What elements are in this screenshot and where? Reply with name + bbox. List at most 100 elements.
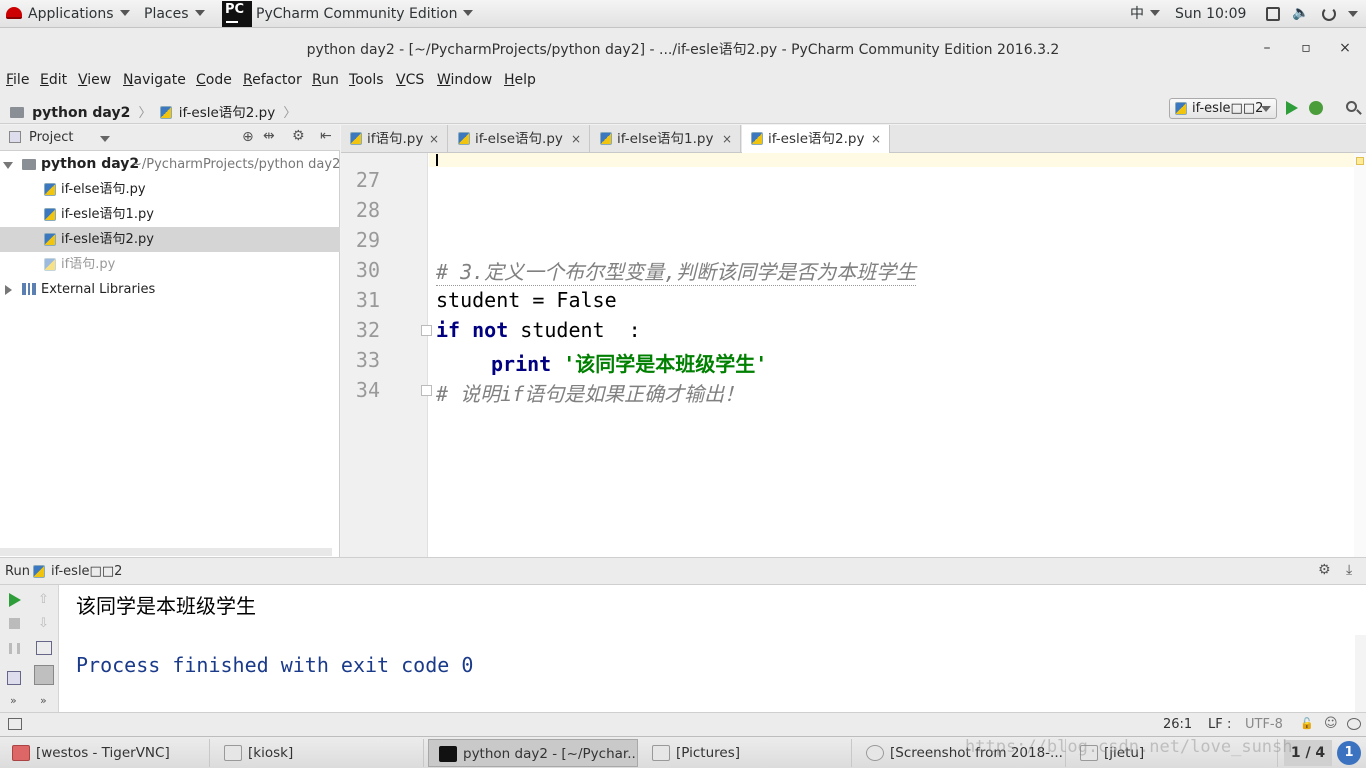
maximize-button[interactable]: ▫ (1296, 38, 1316, 58)
collapse-all-icon[interactable]: ⇹ (263, 128, 275, 144)
app-menu[interactable]: PyCharm Community Edition (256, 0, 474, 28)
menu-view[interactable]: View (78, 72, 111, 88)
folder-icon (10, 107, 24, 118)
more-icon[interactable]: » (10, 694, 17, 707)
clock[interactable]: Sun 10:09 (1175, 0, 1246, 28)
debug-icon[interactable] (1309, 101, 1323, 115)
tree-item-file[interactable]: if语句.py (0, 252, 340, 277)
run-config-name[interactable]: if-esle□□2 (51, 564, 122, 579)
notification-badge[interactable]: 1 (1337, 741, 1361, 765)
python-file-icon (600, 132, 612, 145)
expand-arrow-icon[interactable] (5, 285, 12, 295)
tool-windows-icon[interactable] (8, 718, 22, 730)
soft-wrap-icon[interactable] (36, 641, 52, 655)
gear-icon[interactable]: ⚙ (292, 128, 305, 144)
folder-icon (652, 745, 670, 761)
code-editor[interactable]: 27 28 29 30 31 32 33 34 # 3.定义一个布尔型变量,判断… (341, 153, 1366, 557)
places-menu[interactable]: Places (144, 0, 205, 28)
close-button[interactable]: × (1335, 38, 1355, 58)
volume-icon[interactable]: 🔈 (1292, 6, 1309, 20)
power-icon[interactable] (1322, 7, 1336, 21)
menu-run[interactable]: Run (312, 72, 339, 88)
python-file-icon (751, 132, 763, 145)
terminal-icon (224, 745, 242, 761)
expand-arrow-icon[interactable] (3, 162, 13, 169)
applications-menu[interactable]: Applications (6, 0, 130, 28)
menu-code[interactable]: Code (196, 72, 232, 88)
breadcrumb-separator-icon: 〉 (138, 106, 152, 121)
pause-icon[interactable] (9, 643, 20, 654)
task-pycharm[interactable]: python day2 - [~/Pychar... (428, 739, 638, 767)
tab-if-else-1-py[interactable]: if-else语句1.py × (591, 125, 741, 153)
menu-help[interactable]: Help (504, 72, 536, 88)
chevron-down-icon[interactable] (1348, 11, 1358, 17)
warning-marker-icon[interactable] (1356, 157, 1364, 165)
layout-icon[interactable] (7, 671, 21, 685)
scroll-to-end-icon[interactable] (34, 665, 54, 685)
task-tigervnc[interactable]: [westos - TigerVNC] (2, 739, 210, 767)
tree-item-file[interactable]: if-esle语句1.py (0, 202, 340, 227)
stop-icon[interactable] (9, 618, 20, 629)
code-line-comment: # 3.定义一个布尔型变量,判断该同学是否为本班学生 (436, 256, 917, 286)
close-tab-icon[interactable]: × (429, 125, 439, 153)
text-caret (436, 154, 438, 166)
file-encoding[interactable]: UTF-8 (1245, 717, 1283, 732)
tree-item-file[interactable]: if-else语句.py (0, 177, 340, 202)
close-tab-icon[interactable]: × (722, 125, 732, 153)
menu-edit[interactable]: Edit (40, 72, 67, 88)
input-method-indicator[interactable]: 中 (1130, 0, 1160, 28)
fold-marker-icon[interactable] (421, 385, 432, 396)
menu-file[interactable]: File (6, 72, 29, 88)
display-icon[interactable] (1266, 7, 1280, 21)
more-icon[interactable]: » (40, 694, 47, 707)
code-line-print: print '该同学是本班级学生' (491, 352, 768, 376)
arrow-down-icon[interactable]: ⇩ (38, 616, 49, 631)
breadcrumb-project[interactable]: python day2 (32, 105, 130, 121)
minimize-button[interactable]: – (1257, 38, 1277, 58)
pycharm-logo-icon: PC (222, 1, 252, 27)
close-tab-icon[interactable]: × (571, 125, 581, 153)
console-scrollbar[interactable] (1355, 635, 1366, 712)
tree-item-project-root[interactable]: python day2 ~/PycharmProjects/python day… (0, 152, 340, 177)
project-view-select[interactable]: Project (29, 130, 73, 145)
fold-marker-icon[interactable] (421, 325, 432, 336)
tree-item-file-selected[interactable]: if-esle语句2.py (0, 227, 340, 252)
lock-icon[interactable]: 🔓 (1300, 717, 1314, 730)
chevron-down-icon[interactable] (100, 136, 110, 142)
horizontal-scrollbar[interactable] (0, 548, 332, 556)
task-pictures[interactable]: [Pictures] (642, 739, 852, 767)
tab-if-else-py[interactable]: if-else语句.py × (449, 125, 590, 153)
python-file-icon (458, 132, 470, 145)
breadcrumb-file[interactable]: if-esle语句2.py (179, 105, 275, 121)
search-icon[interactable] (1346, 101, 1357, 112)
locate-icon[interactable]: ⊕ (242, 129, 254, 145)
hide-panel-icon[interactable]: ⤓ (1346, 562, 1352, 578)
tab-if-esle-2-py[interactable]: if-esle语句2.py × (742, 125, 890, 154)
code-line-assignment: student = False (436, 288, 617, 312)
run-icon[interactable] (1286, 101, 1298, 115)
menu-window[interactable]: Window (437, 72, 492, 88)
menu-tools[interactable]: Tools (349, 72, 384, 88)
chevron-down-icon (1150, 10, 1160, 16)
python-file-icon (1175, 102, 1187, 115)
run-configuration-select[interactable]: if-esle□□2 (1169, 98, 1277, 119)
tree-item-external-libraries[interactable]: External Libraries (0, 277, 340, 302)
editor-scrollbar[interactable] (1354, 153, 1366, 557)
rerun-icon[interactable] (9, 593, 21, 607)
menu-vcs[interactable]: VCS (396, 72, 424, 88)
event-log-icon[interactable] (1347, 718, 1361, 730)
run-console[interactable]: 该同学是本班级学生 Process finished with exit cod… (59, 585, 1366, 712)
inspector-icon[interactable]: ☺ (1324, 716, 1338, 731)
console-process-finished: Process finished with exit code 0 (76, 653, 474, 677)
menu-refactor[interactable]: Refactor (243, 72, 302, 88)
gear-icon[interactable]: ⚙ (1318, 562, 1331, 578)
task-terminal-kiosk[interactable]: [kiosk] (214, 739, 424, 767)
hide-panel-icon[interactable]: ⇤ (320, 128, 332, 144)
code-line-if: if not student : (436, 318, 641, 342)
line-separator[interactable]: LF (1208, 717, 1223, 732)
close-tab-icon[interactable]: × (871, 125, 881, 153)
tab-if-py[interactable]: if语句.py × (341, 125, 448, 153)
menu-navigate[interactable]: Navigate (123, 72, 186, 88)
arrow-up-icon[interactable]: ⇧ (38, 592, 49, 607)
caret-position[interactable]: 26:1 (1163, 717, 1192, 732)
